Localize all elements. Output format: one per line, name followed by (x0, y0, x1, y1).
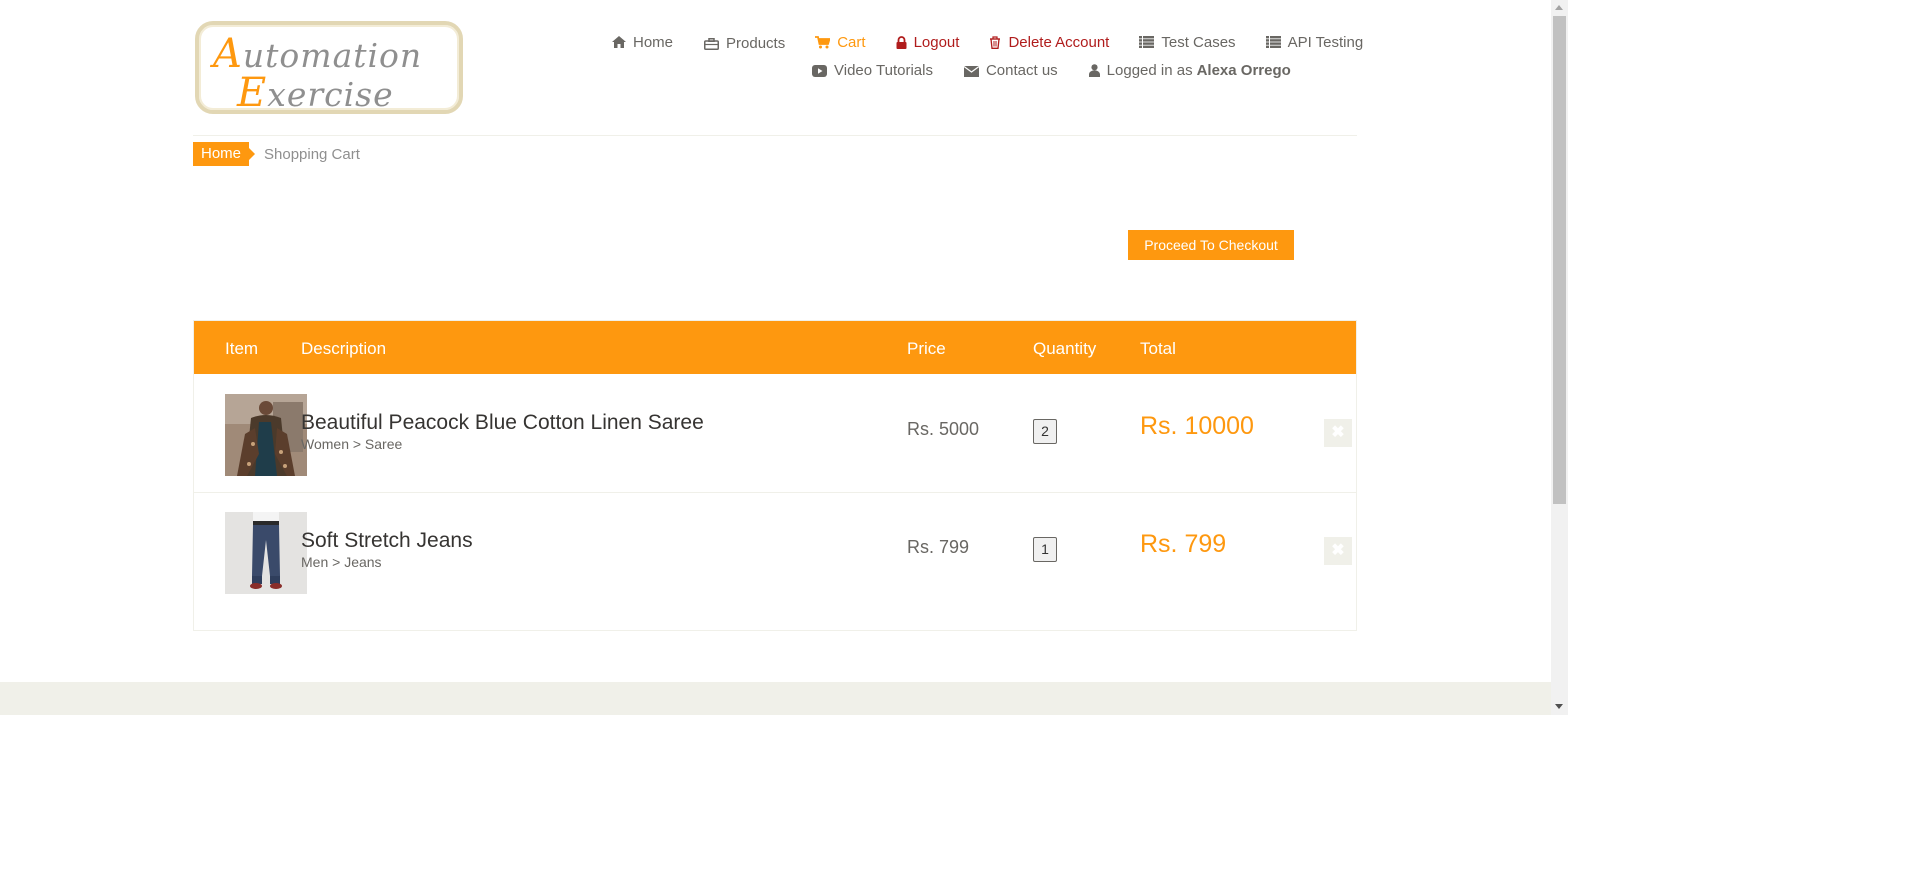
briefcase-icon (704, 37, 720, 50)
cart-row: Beautiful Peacock Blue Cotton Linen Sare… (194, 375, 1356, 493)
remove-item-button[interactable]: ✖ (1324, 537, 1352, 565)
remove-item-button[interactable]: ✖ (1324, 419, 1352, 447)
cart-table: Item Description Price Quantity Total Be… (193, 320, 1357, 631)
product-category: Women > Saree (301, 436, 403, 452)
nav-products[interactable]: Products (704, 35, 785, 52)
header-price: Price (907, 339, 946, 358)
lock-icon (896, 35, 907, 49)
product-total: Rs. 10000 (1140, 412, 1254, 440)
main-nav-row-1: Home Products Cart Logout Delete Account… (612, 32, 1363, 52)
nav-test-cases[interactable]: Test Cases (1139, 33, 1236, 51)
nav-api-testing-label: API Testing (1287, 33, 1364, 51)
main-nav-row-2: Video Tutorials Contact us Logged in as … (812, 62, 1291, 79)
user-icon (1088, 64, 1100, 77)
breadcrumb-home[interactable]: Home (193, 142, 256, 166)
product-price: Rs. 5000 (907, 419, 980, 439)
nav-logged-in-as: Logged in as Alexa Orrego (1088, 62, 1291, 79)
footer-area (0, 682, 1551, 715)
list-icon (1139, 36, 1155, 48)
nav-contact-us[interactable]: Contact us (963, 62, 1058, 79)
nav-test-cases-label: Test Cases (1161, 33, 1236, 51)
scrollbar-thumb[interactable] (1553, 16, 1566, 504)
header-description: Description (301, 339, 387, 358)
nav-home[interactable]: Home (612, 34, 673, 51)
scroll-up-arrow-icon[interactable] (1555, 5, 1563, 10)
nav-logout-label: Logout (913, 33, 960, 51)
shopping-cart-icon (815, 35, 831, 49)
close-icon: ✖ (1331, 542, 1345, 559)
product-name[interactable]: Soft Stretch Jeans (301, 529, 473, 553)
nav-video-tutorials[interactable]: Video Tutorials (812, 62, 933, 79)
nav-products-label: Products (726, 35, 786, 52)
home-icon (612, 36, 626, 48)
nav-video-tutorials-label: Video Tutorials (834, 62, 933, 79)
nav-logout[interactable]: Logout (896, 33, 960, 51)
product-category: Men > Jeans (301, 554, 382, 570)
trash-icon (989, 35, 1001, 49)
header-item: Item (225, 339, 259, 358)
scroll-down-arrow-icon[interactable] (1555, 704, 1563, 709)
product-price: Rs. 799 (907, 537, 970, 557)
product-name[interactable]: Beautiful Peacock Blue Cotton Linen Sare… (301, 411, 704, 435)
list-icon (1265, 36, 1281, 48)
logged-in-prefix: Logged in as (1106, 62, 1193, 79)
nav-home-label: Home (633, 33, 674, 51)
breadcrumb-current: Shopping Cart (264, 146, 360, 163)
nav-api-testing[interactable]: API Testing (1265, 33, 1364, 51)
product-image[interactable] (225, 394, 307, 476)
page-scrollbar[interactable] (1551, 0, 1568, 715)
nav-delete-account[interactable]: Delete Account (989, 34, 1109, 51)
nav-contact-us-label: Contact us (985, 62, 1058, 79)
proceed-to-checkout-button[interactable]: Proceed To Checkout (1128, 230, 1294, 260)
logo-line-2: Exercise (237, 70, 394, 116)
header-total: Total (1140, 339, 1176, 358)
nav-cart-label: Cart (837, 33, 866, 51)
cart-row: Soft Stretch Jeans Men > Jeans Rs. 799 1… (194, 493, 1356, 611)
product-quantity: 1 (1033, 537, 1057, 562)
product-quantity: 2 (1033, 419, 1057, 444)
youtube-play-icon (812, 64, 827, 77)
header-quantity: Quantity (1033, 339, 1097, 358)
envelope-icon (963, 65, 979, 77)
site-logo[interactable]: Automation Exercise (195, 21, 463, 116)
product-image[interactable] (225, 512, 307, 594)
header-divider (193, 135, 1357, 136)
close-icon: ✖ (1331, 424, 1345, 441)
logged-in-username: Alexa Orrego (1196, 62, 1291, 79)
product-total: Rs. 799 (1140, 530, 1227, 558)
nav-cart[interactable]: Cart (815, 33, 866, 51)
nav-delete-account-label: Delete Account (1008, 33, 1110, 51)
cart-table-header: Item Description Price Quantity Total (194, 321, 1356, 374)
